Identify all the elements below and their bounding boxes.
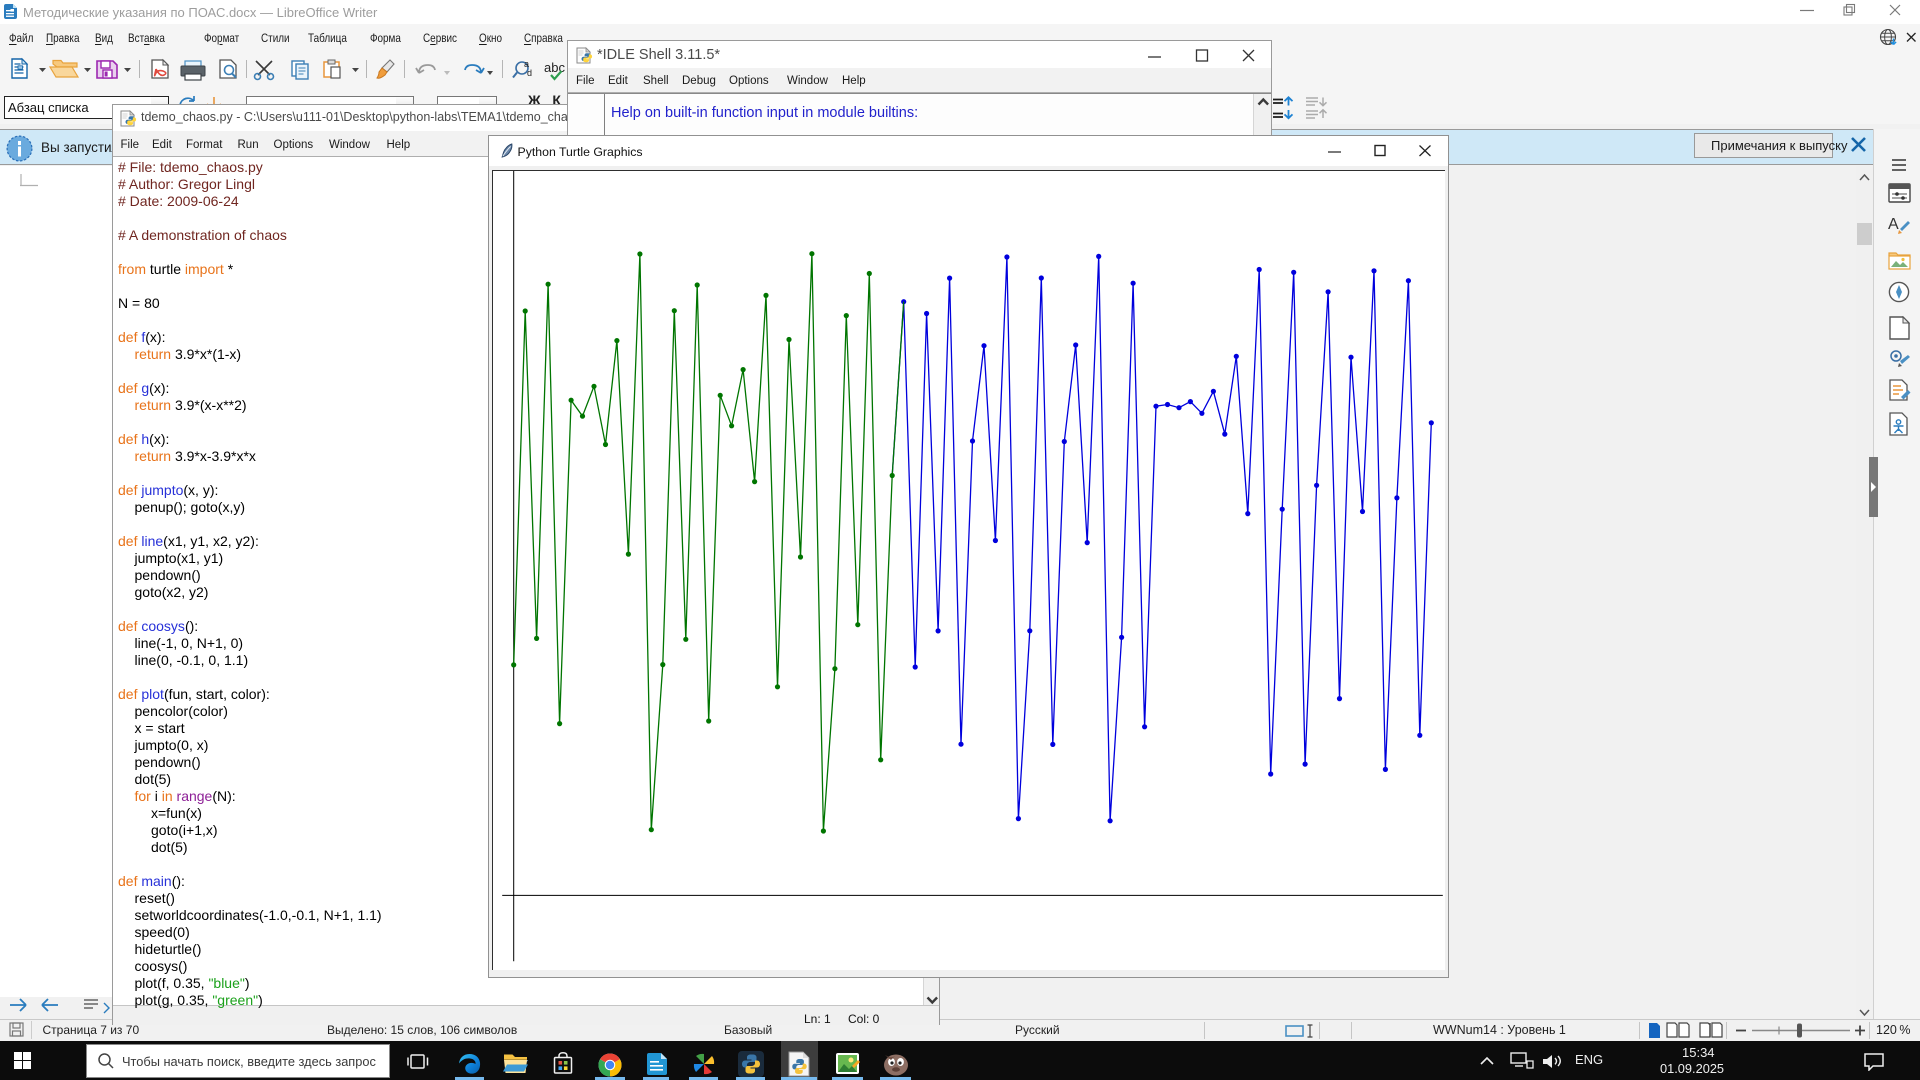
svg-text:A: A: [1888, 216, 1899, 233]
svg-text:abc: abc: [544, 60, 565, 75]
svg-text:d: d: [527, 68, 532, 78]
